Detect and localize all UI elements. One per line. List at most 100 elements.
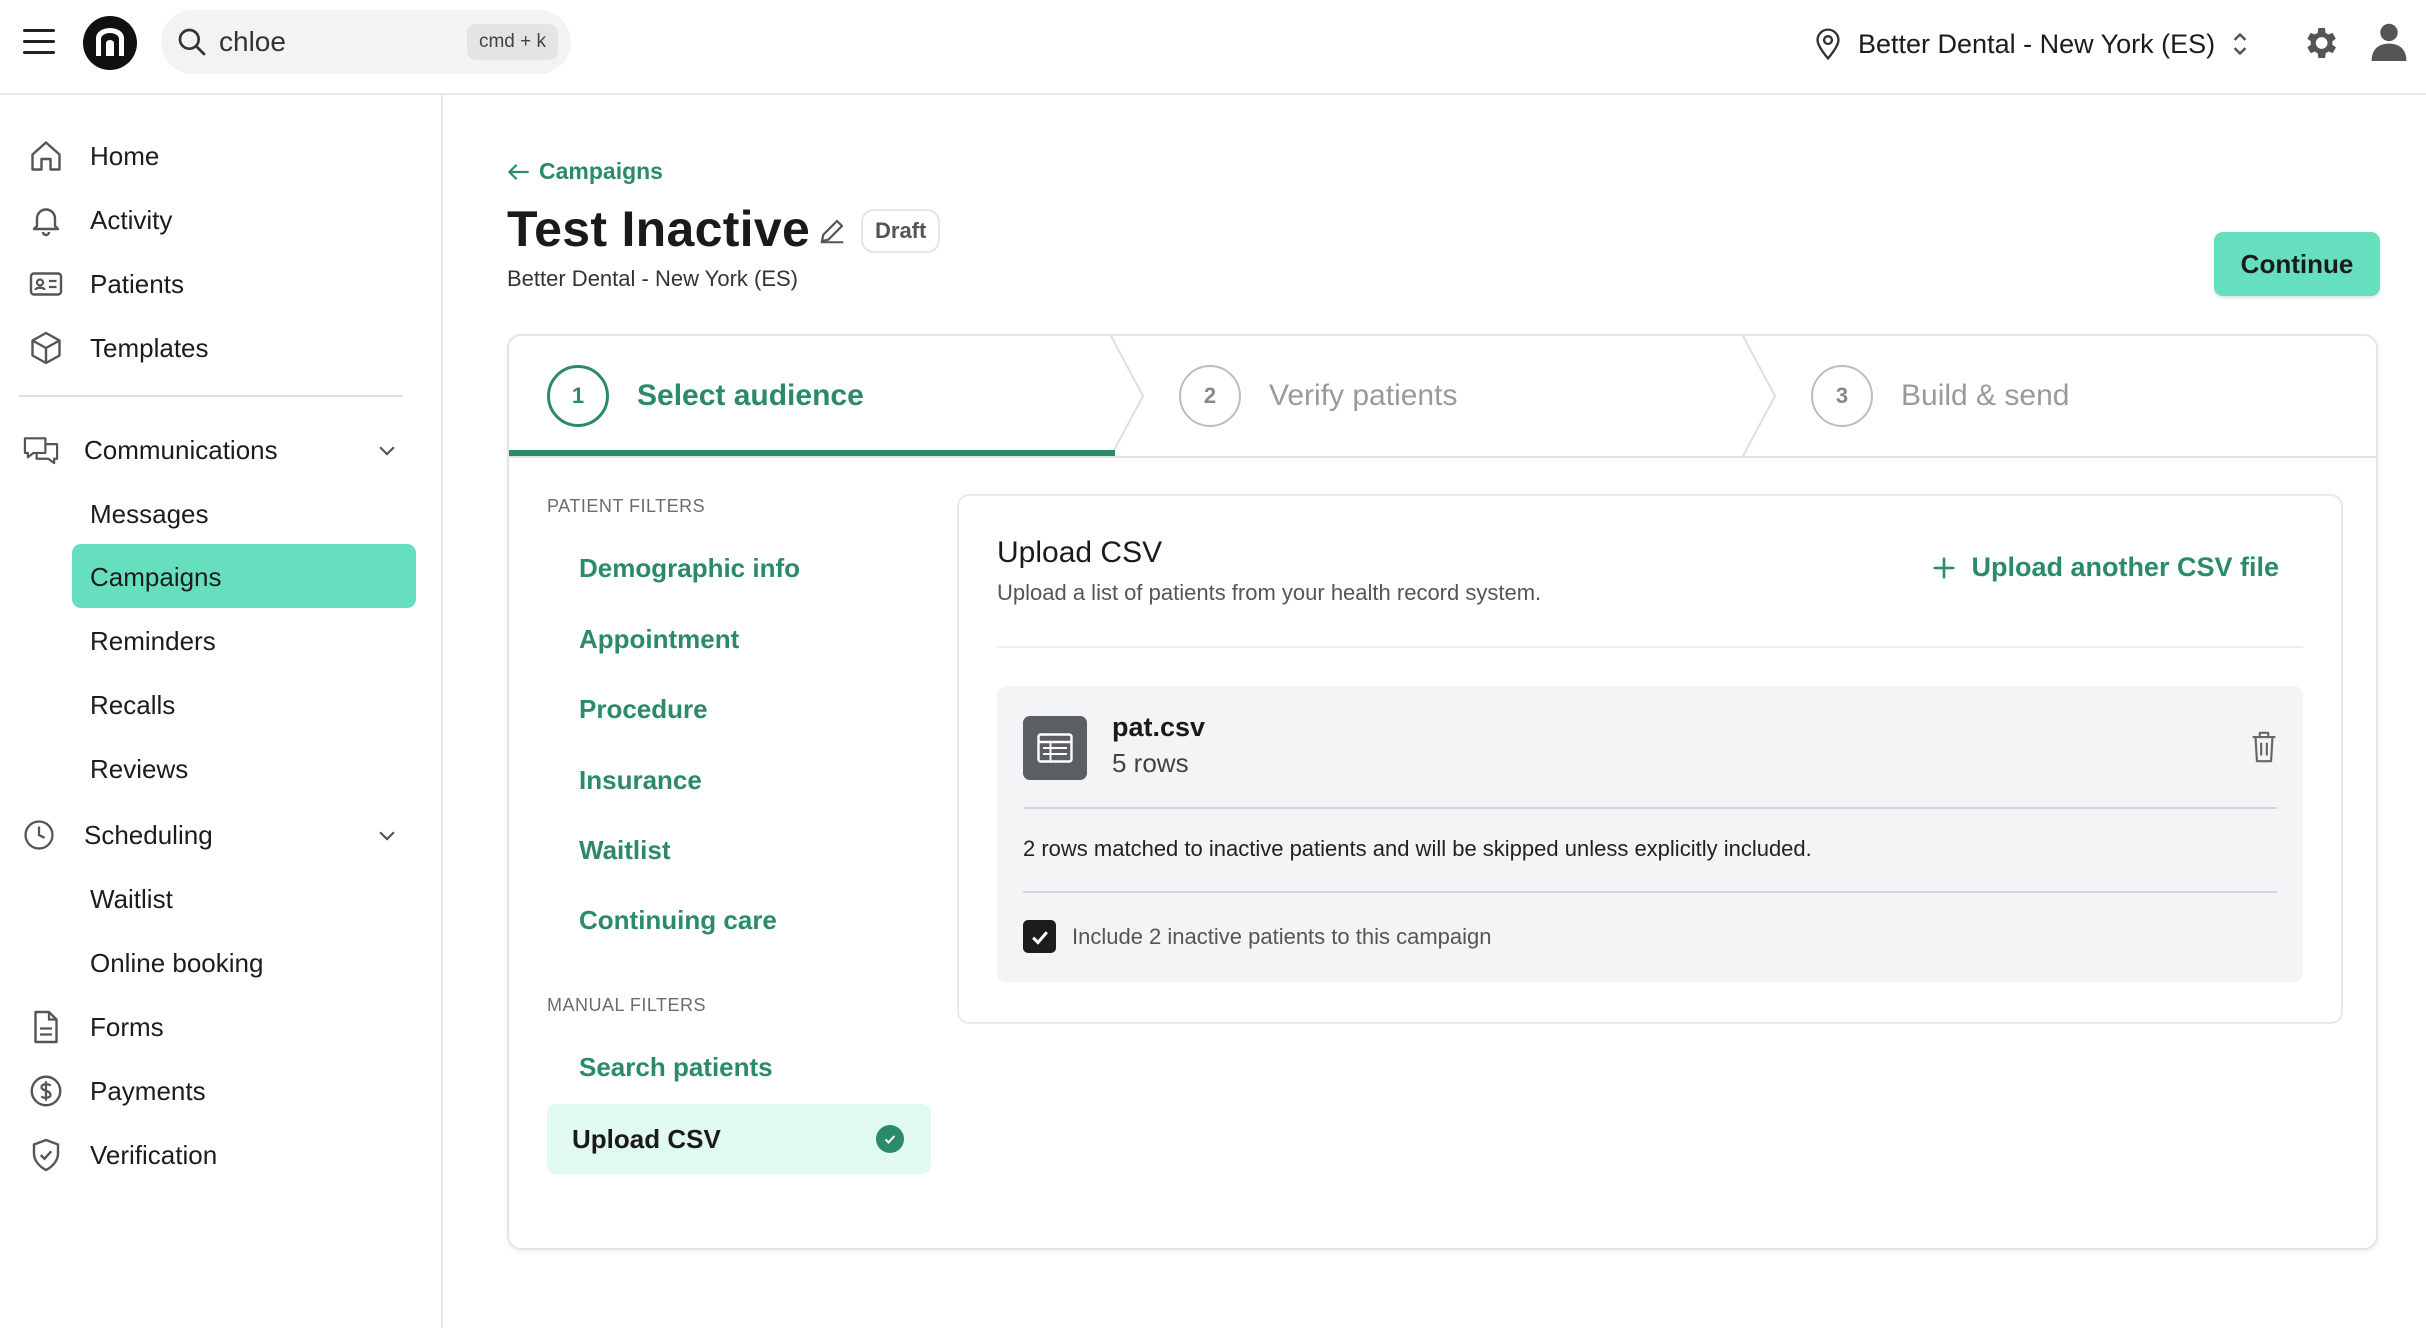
- sidebar-item-label: Payments: [90, 1075, 206, 1106]
- checkmark-icon: [1031, 930, 1048, 945]
- continue-button[interactable]: Continue: [2214, 232, 2380, 296]
- sidebar-item-campaigns[interactable]: Campaigns: [0, 556, 420, 598]
- sidebar-item-messages[interactable]: Messages: [0, 493, 420, 535]
- sidebar-item-home[interactable]: Home: [0, 135, 420, 177]
- sidebar-item-label: Reviews: [90, 753, 189, 784]
- include-inactive-label: Include 2 inactive patients to this camp…: [1072, 923, 1492, 949]
- step-verify-patients[interactable]: 2 Verify patients: [1179, 336, 1457, 456]
- trash-icon[interactable]: [2249, 730, 2279, 764]
- step-number: 1: [547, 365, 609, 427]
- sidebar-item-reviews[interactable]: Reviews: [0, 748, 420, 790]
- file-divider: [1023, 807, 2277, 809]
- file-divider: [1023, 891, 2277, 893]
- file-row-count: 5 rows: [1112, 748, 1189, 778]
- inactive-match-notice: 2 rows matched to inactive patients and …: [1023, 836, 1812, 861]
- step-number: 2: [1179, 365, 1241, 427]
- sidebar-item-online-booking[interactable]: Online booking: [0, 942, 420, 984]
- sidebar-item-payments[interactable]: Payments: [0, 1070, 420, 1112]
- status-badge: Draft: [861, 209, 941, 253]
- sidebar-item-forms[interactable]: Forms: [0, 1006, 420, 1048]
- step-separator-chevron: [1742, 336, 1777, 456]
- sidebar-item-label: Activity: [90, 204, 173, 235]
- upload-another-csv-button[interactable]: Upload another CSV file: [1931, 552, 2279, 583]
- step-label: Verify patients: [1269, 379, 1458, 412]
- menu-icon[interactable]: [23, 29, 55, 57]
- upload-another-label: Upload another CSV file: [1971, 552, 2279, 582]
- map-pin-icon: [1816, 28, 1840, 61]
- step-build-send[interactable]: 3 Build & send: [1811, 336, 2069, 456]
- check-circle-icon: [876, 1125, 904, 1153]
- dollar-icon: [30, 1075, 62, 1107]
- chat-bubbles-icon: [23, 437, 59, 465]
- filter-continuing-care[interactable]: Continuing care: [579, 905, 777, 936]
- user-avatar-icon[interactable]: [2370, 21, 2408, 63]
- logo-mark: [96, 28, 124, 56]
- filter-insurance[interactable]: Insurance: [579, 765, 702, 796]
- document-icon: [34, 1010, 58, 1044]
- filter-label: Upload CSV: [572, 1124, 721, 1154]
- page-title: Test Inactive: [507, 201, 811, 257]
- shield-icon: [32, 1138, 60, 1172]
- cube-icon: [31, 331, 61, 365]
- sidebar-item-label: Home: [90, 140, 160, 171]
- file-name: pat.csv: [1112, 712, 1206, 742]
- include-inactive-option[interactable]: Include 2 inactive patients to this camp…: [1023, 920, 1491, 953]
- step-select-audience[interactable]: 1 Select audience: [547, 336, 864, 456]
- sidebar-item-label: Forms: [90, 1011, 164, 1042]
- chevron-down-icon: [379, 831, 395, 841]
- panel-subtitle: Upload a list of patients from your heal…: [997, 580, 1542, 605]
- sidebar-item-label: Messages: [90, 498, 209, 529]
- location-selector[interactable]: Better Dental - New York (ES): [1812, 24, 2251, 64]
- sidebar-divider: [19, 395, 403, 397]
- sidebar-group-label: Scheduling: [84, 819, 213, 850]
- step-label: Build & send: [1901, 379, 2070, 412]
- step-separator-chevron: [1110, 336, 1145, 456]
- active-step-indicator: [509, 450, 1115, 456]
- sidebar: Home Activity Patients Templates Communi…: [0, 95, 443, 1328]
- back-link[interactable]: Campaigns: [507, 158, 663, 185]
- chevron-down-icon: [379, 446, 395, 456]
- sidebar-group-scheduling[interactable]: Scheduling: [0, 814, 420, 856]
- location-label: Better Dental - New York (ES): [1858, 28, 2216, 59]
- uploaded-file-card: pat.csv 5 rows 2 rows matched to inactiv…: [997, 686, 2303, 982]
- id-card-icon: [29, 272, 63, 296]
- edit-icon[interactable]: [817, 216, 847, 246]
- sidebar-item-label: Templates: [90, 332, 209, 363]
- search-bar[interactable]: cmd + k: [161, 10, 571, 74]
- filter-appointment[interactable]: Appointment: [579, 624, 739, 655]
- search-input[interactable]: [219, 24, 439, 60]
- gear-icon[interactable]: [2300, 23, 2340, 63]
- app-logo[interactable]: [83, 16, 137, 70]
- filter-demographic-info[interactable]: Demographic info: [579, 553, 800, 584]
- spreadsheet-icon: [1023, 716, 1087, 780]
- search-icon: [178, 28, 206, 56]
- filter-search-patients[interactable]: Search patients: [579, 1052, 773, 1083]
- sidebar-item-label: Waitlist: [90, 883, 173, 914]
- filter-procedure[interactable]: Procedure: [579, 694, 708, 725]
- sidebar-item-label: Recalls: [90, 689, 176, 720]
- sidebar-item-reminders[interactable]: Reminders: [0, 620, 420, 662]
- sidebar-item-recalls[interactable]: Recalls: [0, 684, 420, 726]
- sidebar-item-templates[interactable]: Templates: [0, 327, 420, 369]
- shortcut-hint: cmd + k: [466, 24, 558, 60]
- arrow-left-icon: [507, 163, 529, 180]
- campaign-card: 1 Select audience 2 Verify patients 3 Bu…: [507, 334, 2378, 1250]
- patient-filters-heading: PATIENT FILTERS: [547, 496, 706, 516]
- stepper: 1 Select audience 2 Verify patients 3 Bu…: [509, 336, 2376, 458]
- panel-divider: [997, 646, 2303, 648]
- sidebar-item-activity[interactable]: Activity: [0, 199, 420, 241]
- chevron-up-down-icon: [2233, 32, 2247, 56]
- top-bar: cmd + k Better Dental - New York (ES): [0, 0, 2426, 95]
- sidebar-item-verification[interactable]: Verification: [0, 1134, 420, 1176]
- step-number: 3: [1811, 365, 1873, 427]
- sidebar-item-label: Online booking: [90, 947, 264, 978]
- back-link-label: Campaigns: [539, 158, 663, 184]
- sidebar-group-communications[interactable]: Communications: [0, 429, 420, 471]
- include-inactive-checkbox[interactable]: [1023, 920, 1056, 953]
- sidebar-item-patients[interactable]: Patients: [0, 263, 420, 305]
- filter-upload-csv[interactable]: Upload CSV: [547, 1104, 931, 1174]
- page-subtitle: Better Dental - New York (ES): [507, 266, 799, 291]
- sidebar-item-label: Verification: [90, 1139, 218, 1170]
- sidebar-item-waitlist[interactable]: Waitlist: [0, 878, 420, 920]
- filter-waitlist[interactable]: Waitlist: [579, 835, 670, 866]
